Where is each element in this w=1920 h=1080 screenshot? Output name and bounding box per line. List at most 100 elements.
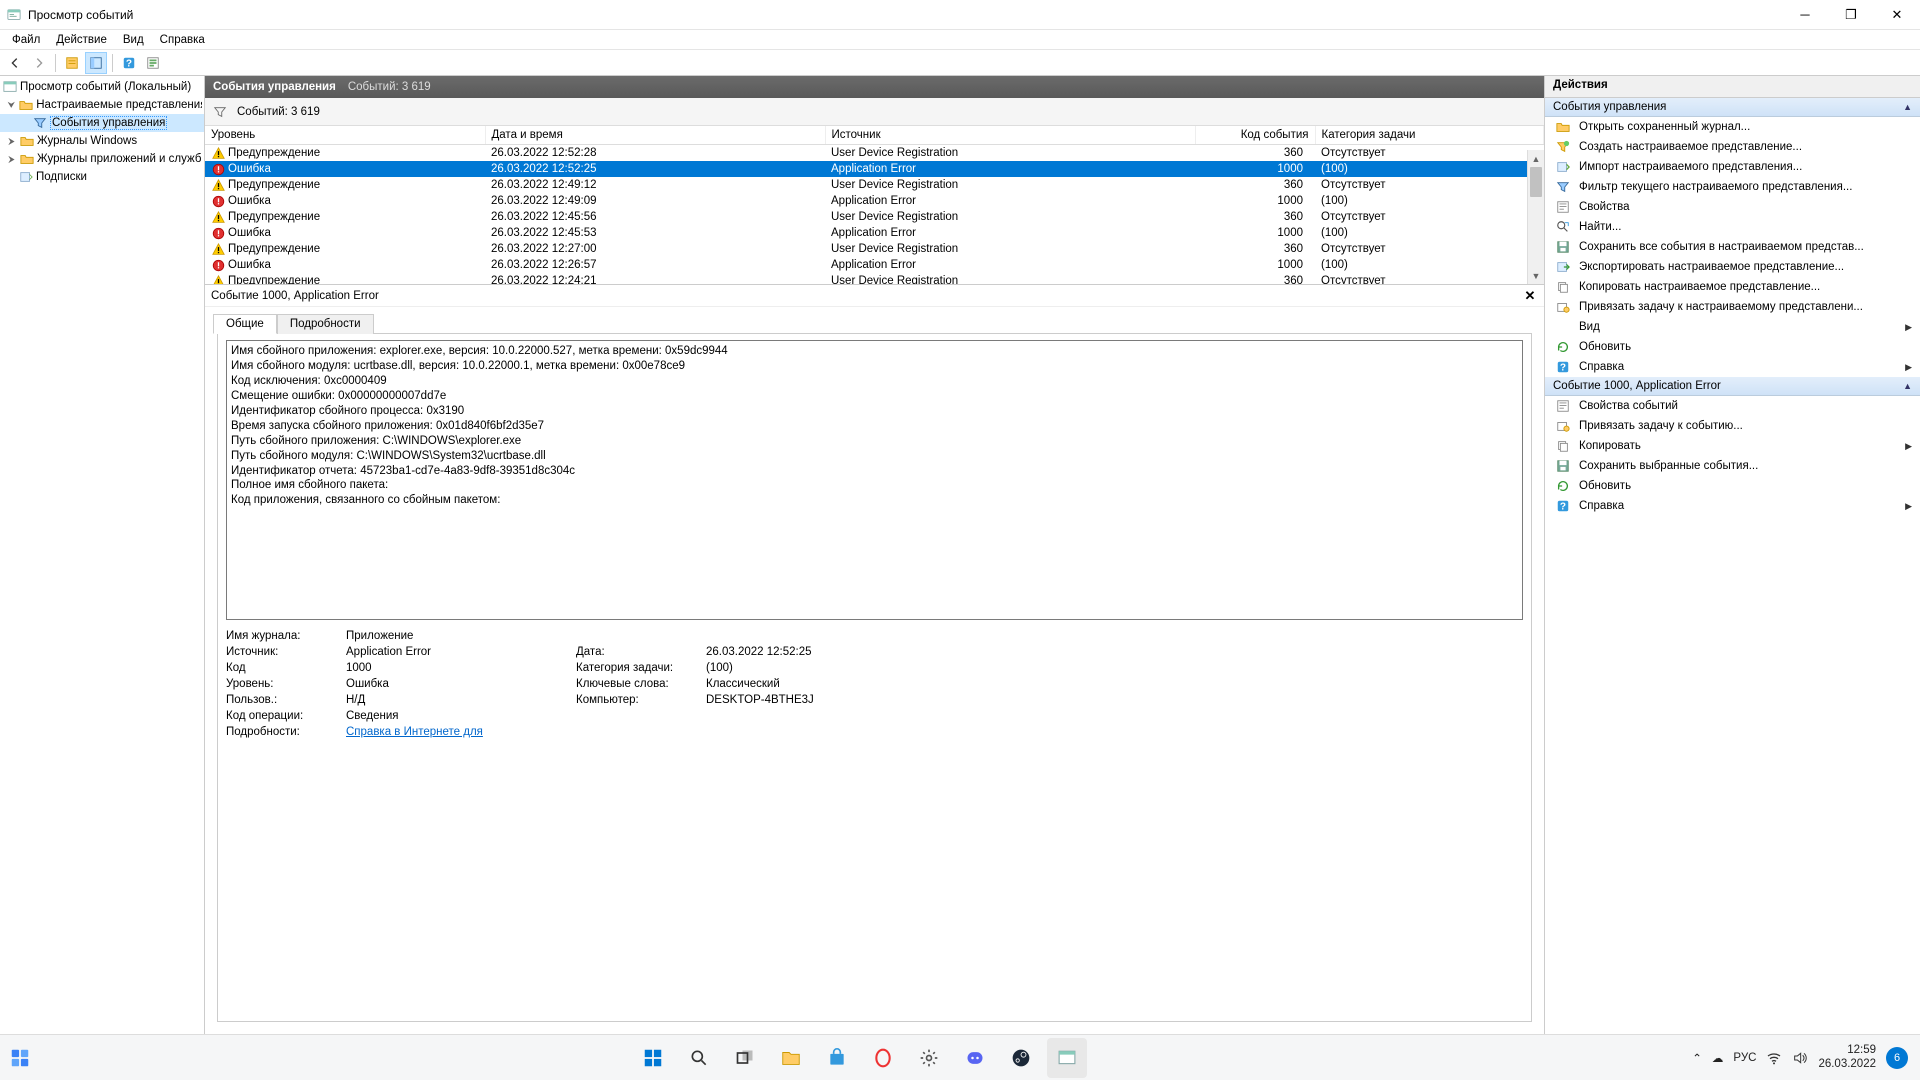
forward-button[interactable]	[28, 52, 50, 74]
widgets-button[interactable]	[0, 1038, 40, 1078]
table-row[interactable]: Предупреждение26.03.2022 12:24:21User De…	[205, 273, 1544, 284]
meta-opcode: Сведения	[346, 710, 1523, 722]
col-source[interactable]: Источник	[825, 126, 1195, 145]
table-row[interactable]: Предупреждение26.03.2022 12:49:12User De…	[205, 177, 1544, 193]
event-list-scrollbar[interactable]: ▲ ▼	[1527, 150, 1544, 284]
notification-badge[interactable]: 6	[1886, 1047, 1908, 1069]
collapse-icon[interactable]: ▲	[1903, 102, 1912, 112]
toolbar: ?	[0, 50, 1920, 76]
action-item[interactable]: Сохранить все события в настраиваемом пр…	[1545, 237, 1920, 257]
table-row[interactable]: Предупреждение26.03.2022 12:27:00User De…	[205, 241, 1544, 257]
action-item[interactable]: Вид▶	[1545, 317, 1920, 337]
action-item[interactable]: Привязать задачу к событию...	[1545, 416, 1920, 436]
tree-admin-events[interactable]: События управления	[0, 114, 204, 132]
action-item[interactable]: ?Справка▶	[1545, 357, 1920, 377]
scroll-thumb[interactable]	[1530, 167, 1542, 197]
table-row[interactable]: Ошибка26.03.2022 12:49:09Application Err…	[205, 193, 1544, 209]
close-button[interactable]: ✕	[1874, 0, 1920, 29]
volume-icon[interactable]	[1792, 1050, 1808, 1066]
action-item[interactable]: Свойства	[1545, 197, 1920, 217]
eventviewer-taskbar-button[interactable]	[1047, 1038, 1087, 1078]
tab-details[interactable]: Подробности	[277, 314, 374, 334]
category-cell: Отсутствует	[1315, 177, 1544, 193]
center-pane: События управления Событий: 3 619 Событи…	[205, 76, 1545, 1034]
scroll-down-icon[interactable]: ▼	[1528, 267, 1544, 284]
action-item[interactable]: Копировать настраиваемое представление..…	[1545, 277, 1920, 297]
tree-root[interactable]: Просмотр событий (Локальный)	[0, 78, 204, 96]
refresh-button[interactable]	[142, 52, 164, 74]
action-item[interactable]: Фильтр текущего настраиваемого представл…	[1545, 177, 1920, 197]
opera-button[interactable]	[863, 1038, 903, 1078]
action-item[interactable]: Свойства событий	[1545, 396, 1920, 416]
explorer-button[interactable]	[771, 1038, 811, 1078]
tree-windows-logs[interactable]: ⮞ Журналы Windows	[0, 132, 204, 150]
menu-action[interactable]: Действие	[48, 32, 115, 48]
search-button[interactable]	[679, 1038, 719, 1078]
table-row[interactable]: Ошибка26.03.2022 12:45:53Application Err…	[205, 225, 1544, 241]
action-item[interactable]: Привязать задачу к настраиваемому предст…	[1545, 297, 1920, 317]
table-row[interactable]: Предупреждение26.03.2022 12:45:56User De…	[205, 209, 1544, 225]
action-item[interactable]: Экспортировать настраиваемое представлен…	[1545, 257, 1920, 277]
menu-file[interactable]: Файл	[4, 32, 48, 48]
discord-button[interactable]	[955, 1038, 995, 1078]
menu-help[interactable]: Справка	[152, 32, 213, 48]
taskview-button[interactable]	[725, 1038, 765, 1078]
action-label: Создать настраиваемое представление...	[1579, 141, 1802, 153]
action-item[interactable]: Обновить	[1545, 476, 1920, 496]
table-row[interactable]: Ошибка26.03.2022 12:26:57Application Err…	[205, 257, 1544, 273]
col-datetime[interactable]: Дата и время	[485, 126, 825, 145]
panel-button[interactable]	[85, 52, 107, 74]
expand-icon[interactable]: ⮞	[6, 154, 17, 165]
meta-src-label: Источник:	[226, 646, 336, 658]
detail-close-button[interactable]: ✕	[1522, 288, 1538, 304]
store-button[interactable]	[817, 1038, 857, 1078]
action-item[interactable]: Найти...	[1545, 217, 1920, 237]
help-button[interactable]: ?	[118, 52, 140, 74]
tab-general[interactable]: Общие	[213, 314, 277, 334]
filter-new-icon	[1555, 139, 1571, 155]
clock[interactable]: 12:59 26.03.2022	[1818, 1044, 1876, 1070]
meta-level: Ошибка	[346, 678, 566, 690]
steam-button[interactable]	[1001, 1038, 1041, 1078]
level-text: Предупреждение	[228, 211, 320, 223]
table-row[interactable]: Предупреждение26.03.2022 12:52:28User De…	[205, 145, 1544, 162]
meta-level-label: Уровень:	[226, 678, 336, 690]
center-title: События управления	[213, 81, 336, 93]
wifi-icon[interactable]	[1766, 1050, 1782, 1066]
settings-button[interactable]	[909, 1038, 949, 1078]
tree-app-logs[interactable]: ⮞ Журналы приложений и служб	[0, 150, 204, 168]
show-tree-button[interactable]	[61, 52, 83, 74]
col-event-id[interactable]: Код события	[1195, 126, 1315, 145]
action-item[interactable]: Импорт настраиваемого представления...	[1545, 157, 1920, 177]
col-task-category[interactable]: Категория задачи	[1315, 126, 1544, 145]
menu-view[interactable]: Вид	[115, 32, 152, 48]
eventid-cell: 1000	[1195, 161, 1315, 177]
action-item[interactable]: ?Справка▶	[1545, 496, 1920, 516]
tray-overflow-icon[interactable]: ⌃	[1692, 1051, 1702, 1065]
action-item[interactable]: Сохранить выбранные события...	[1545, 456, 1920, 476]
back-button[interactable]	[4, 52, 26, 74]
scroll-up-icon[interactable]: ▲	[1528, 150, 1544, 167]
level-text: Ошибка	[228, 259, 271, 271]
tree-subscriptions[interactable]: Подписки	[0, 168, 204, 186]
start-button[interactable]	[633, 1038, 673, 1078]
action-item[interactable]: Открыть сохраненный журнал...	[1545, 117, 1920, 137]
minimize-button[interactable]: ─	[1782, 0, 1828, 29]
language-indicator[interactable]: РУС	[1733, 1052, 1756, 1064]
detail-text[interactable]: Имя сбойного приложения: explorer.exe, в…	[226, 340, 1523, 620]
collapse-icon[interactable]: ▲	[1903, 381, 1912, 391]
maximize-button[interactable]: ❐	[1828, 0, 1874, 29]
onedrive-icon[interactable]: ☁	[1712, 1051, 1724, 1065]
table-row[interactable]: Ошибка26.03.2022 12:52:25Application Err…	[205, 161, 1544, 177]
collapse-icon[interactable]: ⮟	[6, 100, 17, 111]
action-item[interactable]: Создать настраиваемое представление...	[1545, 137, 1920, 157]
expand-icon[interactable]: ⮞	[6, 136, 17, 147]
tree-custom-views[interactable]: ⮟ Настраиваемые представления	[0, 96, 204, 114]
meta-details-link[interactable]: Справка в Интернете для	[346, 726, 483, 738]
action-item[interactable]: Обновить	[1545, 337, 1920, 357]
event-table: Уровень Дата и время Источник Код событи…	[205, 126, 1544, 284]
action-item[interactable]: Копировать▶	[1545, 436, 1920, 456]
eventid-cell: 1000	[1195, 257, 1315, 273]
window-title: Просмотр событий	[28, 8, 1782, 22]
col-level[interactable]: Уровень	[205, 126, 485, 145]
